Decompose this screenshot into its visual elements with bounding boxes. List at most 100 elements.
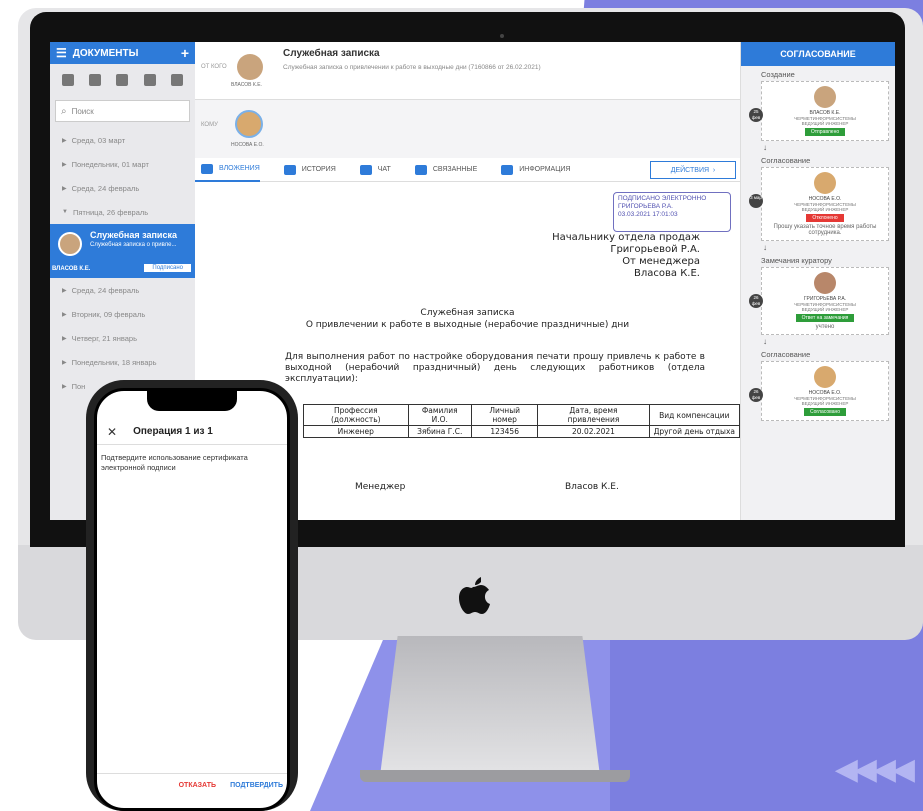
date-group[interactable]: ▶ Среда, 24 февраль [50, 176, 195, 200]
tab-chat[interactable]: ЧАТ [354, 158, 391, 182]
folder-icon[interactable] [61, 74, 74, 86]
date-label: Понедельник, 01 март [71, 159, 149, 169]
chevron-right-icon: ▶ [62, 137, 67, 144]
document-heading: Служебная записка [420, 308, 515, 318]
chat-icon[interactable] [171, 74, 184, 86]
date-group[interactable]: ▶ Понедельник, 01 март [50, 152, 195, 176]
stage-note: Прошу указать точное время работы сотруд… [773, 224, 877, 236]
phone-screen: ✕ Операция 1 из 1 Подтвердите использова… [94, 388, 290, 811]
item-title: Служебная записка [90, 230, 177, 240]
reject-button[interactable]: ОТКАЗАТЬ [179, 782, 216, 789]
date-group[interactable]: ▶ Среда, 03 март [50, 128, 195, 152]
confirm-button[interactable]: ПОДТВЕРДИТЬ [230, 782, 283, 789]
avatar [58, 232, 82, 256]
approval-panel: СОГЛАСОВАНИЕ Создание 25 фев ВЛАСОВ К.Е.… [740, 42, 895, 520]
stage-date: 25 фев [749, 108, 763, 122]
status-badge: Отправлено [804, 128, 846, 136]
tab-info[interactable]: ИНФОРМАЦИЯ [495, 158, 570, 182]
document-paragraph: Для выполнения работ по настройке оборуд… [285, 352, 705, 384]
document-subheading: О привлечении к работе в выходные (нераб… [305, 320, 630, 330]
status-badge: Ответ на замечания [795, 314, 855, 322]
addr-line: Григорьевой Р.А. [610, 244, 700, 255]
inbox-icon[interactable] [89, 74, 102, 86]
tab-label: СВЯЗАННЫЕ [432, 166, 478, 173]
chevron-right-icon: ▶ [62, 185, 67, 192]
from-name: ВЛАСОВ К.Е. [231, 82, 262, 88]
stamp-line: 03.03.2021 17:01:03 [618, 211, 678, 218]
stage-date: 26 фев [749, 388, 763, 402]
chat-icon [359, 164, 372, 175]
stage-card[interactable]: 26 фев НОСОВА Е.О. ЧЕРМЕТИНФОРМСИСТЕМЫ В… [749, 361, 889, 421]
approval-stage: Создание 25 фев ВЛАСОВ К.Е. ЧЕРМЕТИНФОРМ… [741, 70, 895, 152]
tab-label: ИСТОРИЯ [301, 166, 336, 173]
search-icon: ⌕ [61, 105, 67, 117]
phone-notch [147, 391, 237, 411]
person-role: ВЕДУЩИЙ ИНЖЕНЕР [801, 207, 849, 212]
tab-label: ИНФОРМАЦИЯ [519, 166, 571, 173]
dialog-footer: ОТКАЗАТЬ ПОДТВЕРДИТЬ [97, 773, 287, 797]
table-header: Вид компенсации [648, 404, 741, 426]
chevron-right-icon: ▶ [62, 383, 67, 390]
avatar[interactable] [237, 54, 263, 80]
tab-label: ВЛОЖЕНИЯ [219, 165, 260, 172]
approval-title: СОГЛАСОВАНИЕ [741, 42, 895, 66]
document-subtitle: Служебная записка о привлечении к работе… [283, 64, 541, 71]
sidebar-toolbar [50, 64, 195, 96]
date-group[interactable]: ▶ Среда, 24 февраль [50, 278, 195, 302]
from-label: ОТ КОГО [201, 64, 227, 70]
actions-label: ДЕЙСТВИЯ [670, 166, 710, 174]
archive-icon[interactable] [116, 74, 129, 86]
actions-button[interactable]: ДЕЙСТВИЯ › [650, 161, 736, 179]
tab-attachments[interactable]: ВЛОЖЕНИЯ [195, 158, 260, 182]
addressee-block: Начальнику отдела продаж Григорьевой Р.А… [552, 232, 700, 280]
add-document-icon[interactable]: + [181, 45, 189, 61]
date-label: Среда, 03 март [71, 135, 126, 145]
page-title: Служебная записка [283, 48, 380, 59]
employees-table: Профессия (должность) Фамилия И.О. Личны… [303, 404, 741, 438]
avatar[interactable] [235, 110, 263, 138]
approval-stage: Согласование 26 фев НОСОВА Е.О. ЧЕРМЕТИН… [741, 350, 895, 421]
dialog-title: Операция 1 из 1 [133, 426, 213, 437]
date-label: Вторник, 09 февраль [71, 309, 146, 319]
date-group[interactable]: ▶ Вторник, 09 февраль [50, 302, 195, 326]
date-group[interactable]: ▼ Пятница, 26 февраль [50, 200, 195, 224]
tab-related[interactable]: СВЯЗАННЫЕ [409, 158, 477, 182]
to-label: КОМУ [201, 122, 218, 128]
close-icon[interactable]: ✕ [107, 425, 117, 439]
info-icon [501, 164, 514, 175]
list-add-icon [414, 164, 427, 175]
stage-card[interactable]: 3 мар НОСОВА Е.О. ЧЕРМЕТИНФОРМСИСТЕМЫ ВЕ… [749, 167, 889, 241]
table-cell: Другой день отдыха [648, 425, 741, 438]
status-badge: Отклонено [806, 214, 844, 222]
chevron-right-icon: ▶ [62, 311, 67, 318]
search-input[interactable]: ⌕ Поиск [55, 100, 190, 122]
table-header: Личный номер [470, 404, 539, 426]
chevron-right-icon: ▶ [62, 287, 67, 294]
signature-role: Менеджер [355, 482, 406, 492]
tab-label: ЧАТ [377, 166, 391, 173]
active-document-item[interactable]: Служебная записка Служебная записка о пр… [50, 224, 195, 278]
dialog-message: Подтвердите использование сертификата эл… [101, 453, 248, 472]
stage-card[interactable]: 25 фев ВЛАСОВ К.Е. ЧЕРМЕТИНФОРМСИСТЕМЫ В… [749, 81, 889, 141]
date-group[interactable]: ▶ Понедельник, 18 январь [50, 350, 195, 374]
addr-line: От менеджера [622, 256, 700, 267]
stage-note: учтено [815, 324, 835, 330]
recipients: КОМУ НОСОВА Е.О. [195, 100, 740, 158]
addr-line: Начальнику отдела продаж [552, 232, 700, 243]
signature-stamp: ПОДПИСАНО ЭЛЕКТРОННО ГРИГОРЬЕВА Р.А. 03.… [613, 192, 731, 232]
tab-history[interactable]: ИСТОРИЯ [278, 158, 336, 182]
eye-icon[interactable] [143, 74, 156, 86]
paperclip-icon [201, 163, 213, 174]
stage-card[interactable]: 26 фев ГРИГОРЬЕВА Р.А. ЧЕРМЕТИНФОРМСИСТЕ… [749, 267, 889, 335]
signature-name: Власов К.Е. [565, 482, 619, 492]
avatar [814, 366, 836, 388]
arrow-down-icon: ↓ [763, 243, 767, 252]
addr-line: Власова К.Е. [634, 268, 700, 279]
person-role: ВЕДУЩИЙ ИНЖЕНЕР [801, 307, 849, 312]
menu-icon[interactable]: ☰ [56, 46, 67, 60]
avatar [814, 86, 836, 108]
apple-logo-icon [459, 577, 490, 614]
date-group[interactable]: ▶ Четверг, 21 январь [50, 326, 195, 350]
stage-label: Замечания куратору [761, 256, 832, 265]
date-label: Пятница, 26 февраль [72, 207, 149, 217]
